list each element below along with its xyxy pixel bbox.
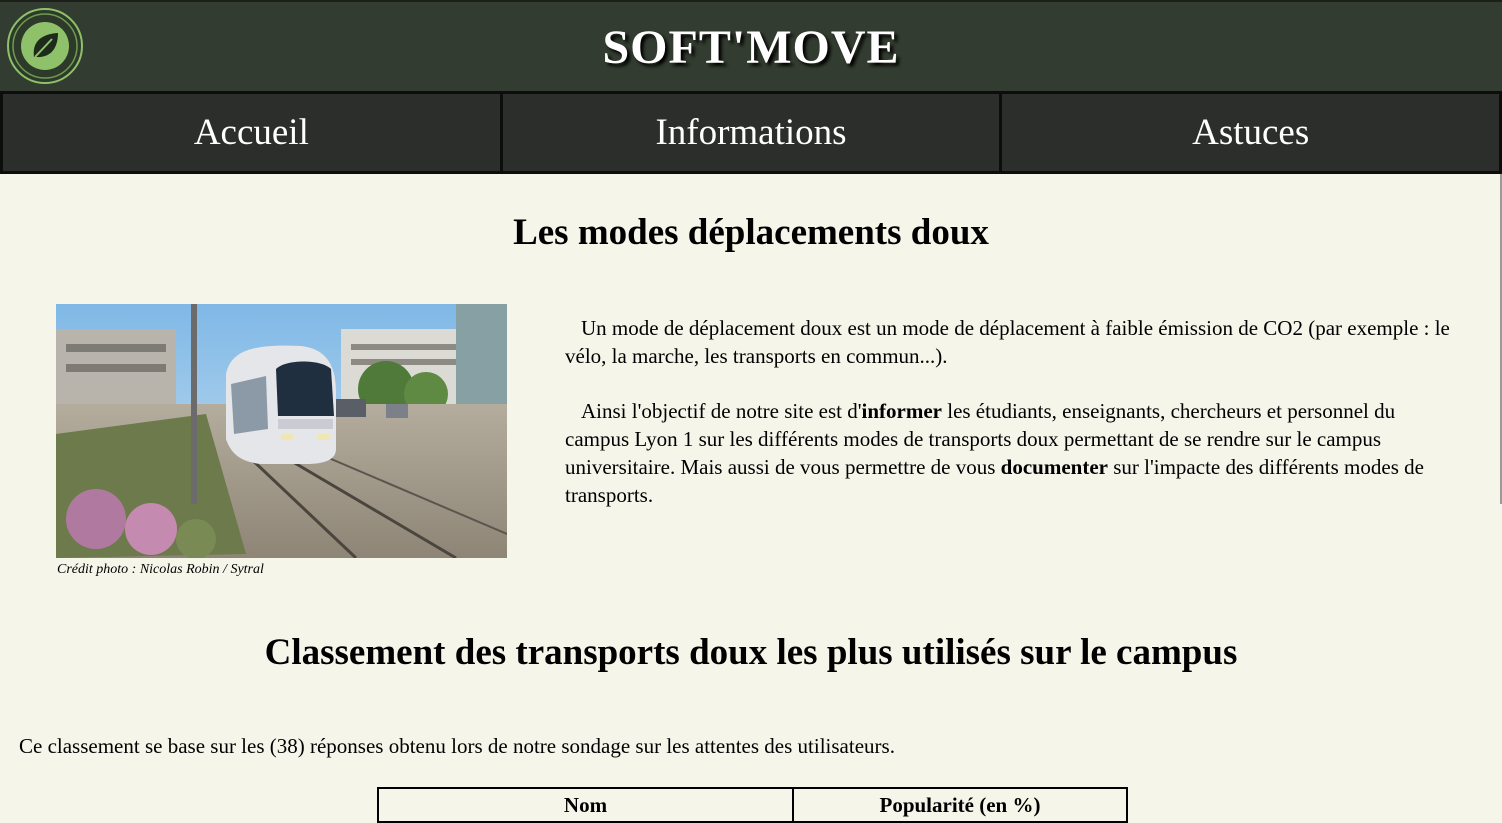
table-header-row: Nom Popularité (en %) [377, 787, 1128, 823]
site-header: SOFT'MOVE [0, 0, 1502, 91]
main-nav: Accueil Informations Astuces [0, 91, 1502, 174]
intro-paragraph-1: Un mode de déplacement doux est un mode … [565, 316, 1450, 368]
photo-credit: Crédit photo : Nicolas Robin / Sytral [57, 562, 264, 577]
ranking-table: Nom Popularité (en %) [377, 787, 1128, 823]
nav-item-astuces[interactable]: Astuces [999, 94, 1499, 171]
intro-heading: Les modes déplacements doux [513, 212, 989, 253]
column-header-popularite: Popularité (en %) [792, 787, 1128, 823]
intro-p2-bold-documenter: documenter [1000, 455, 1108, 479]
ranking-heading: Classement des transports doux les plus … [264, 632, 1238, 673]
site-title: SOFT'MOVE [602, 21, 900, 74]
intro-p2-bold-informer: informer [861, 399, 942, 423]
tram-photo [56, 304, 507, 558]
intro-p2-text-a: Ainsi l'objectif de notre site est d' [581, 399, 862, 423]
nav-item-accueil[interactable]: Accueil [3, 94, 500, 171]
nav-item-informations[interactable]: Informations [499, 94, 1000, 171]
column-header-nom: Nom [377, 787, 794, 823]
ranking-intro: Ce classement se base sur les (38) répon… [19, 734, 895, 758]
intro-paragraph-2: Ainsi l'objectif de notre site est d'inf… [565, 397, 1460, 509]
